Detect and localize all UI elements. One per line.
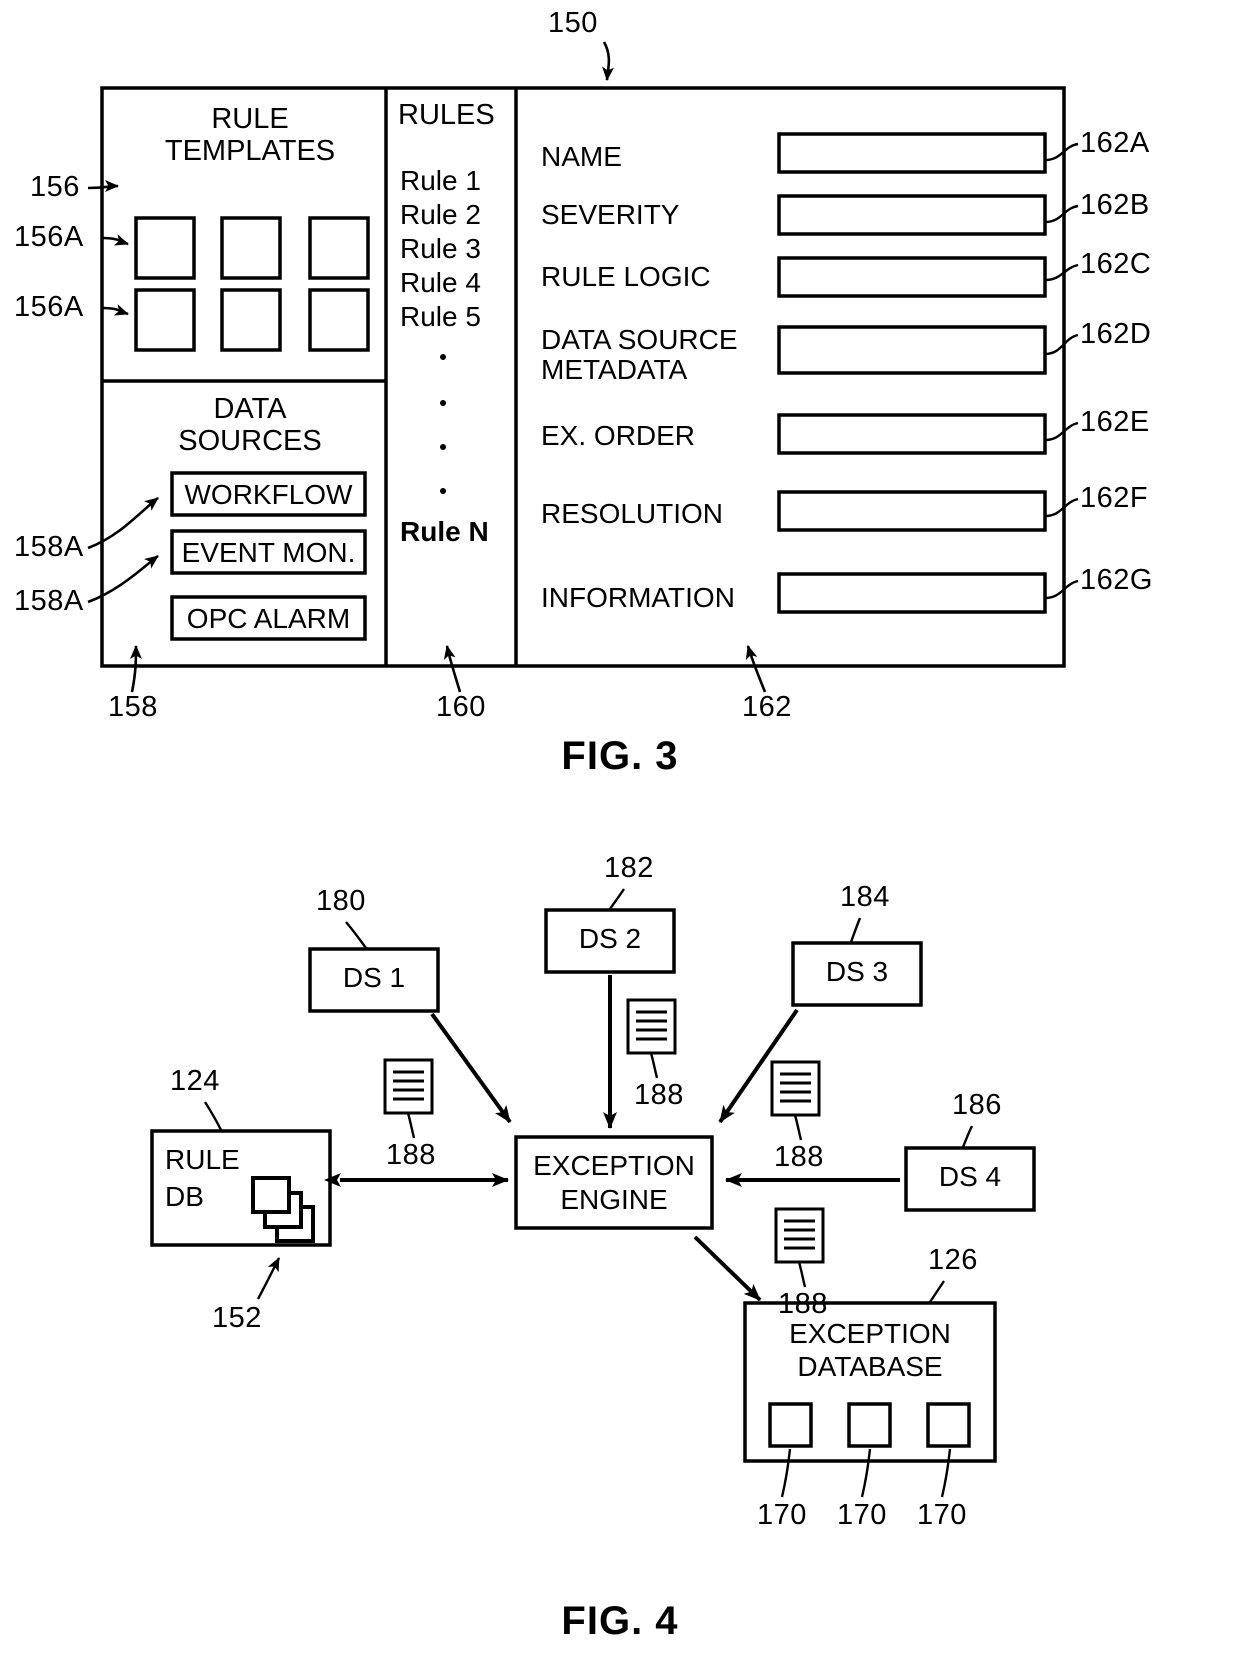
exception-database-label-line2: DATABASE: [797, 1351, 943, 1382]
rules-ellipsis-dot-2: [440, 400, 446, 406]
rules-ellipsis-dot-1: [440, 354, 446, 360]
rules-ellipsis-dot-3: [440, 444, 446, 450]
patent-drawing-sheet: 150 RULE TEMPLATES 156 156A 156A DATA SO…: [0, 0, 1240, 1667]
reference-numeral-150: 150: [548, 7, 598, 39]
field-label-resolution: RESOLUTION: [541, 498, 724, 529]
ds4-label: DS 4: [938, 1161, 1002, 1192]
exception-database-label-line1: EXCEPTION: [789, 1318, 951, 1349]
reference-numeral-188-2: 188: [634, 1079, 684, 1111]
data-source-workflow: WORKFLOW: [184, 479, 353, 510]
reference-numeral-156: 156: [30, 171, 80, 203]
data-source-event-mon: EVENT MON.: [181, 537, 356, 568]
exception-engine-label-line1: EXCEPTION: [533, 1150, 695, 1181]
figure-3-caption: FIG. 3: [561, 734, 679, 778]
reference-numeral-186: 186: [952, 1089, 1002, 1121]
rule-item-n: Rule N: [400, 516, 489, 547]
field-label-name: NAME: [541, 141, 622, 172]
reference-numeral-182: 182: [604, 852, 654, 884]
data-source-opc-alarm: OPC ALARM: [186, 603, 351, 634]
data-sources-title-line2: SOURCES: [178, 425, 322, 457]
field-label-information: INFORMATION: [541, 582, 735, 613]
rule-item-5: Rule 5: [400, 301, 481, 332]
reference-numeral-188-4: 188: [778, 1288, 828, 1320]
rule-item-1: Rule 1: [400, 165, 481, 196]
reference-numeral-162b: 162B: [1080, 189, 1150, 221]
reference-numeral-162a: 162A: [1080, 127, 1150, 159]
exception-engine-label-line2: ENGINE: [560, 1184, 668, 1215]
ds2-label: DS 2: [578, 923, 642, 954]
reference-numeral-184: 184: [840, 881, 890, 913]
figure-4-caption: FIG. 4: [561, 1599, 679, 1643]
reference-numeral-162g: 162G: [1080, 564, 1153, 596]
reference-numeral-152: 152: [212, 1302, 262, 1334]
field-label-rule-logic: RULE LOGIC: [541, 261, 711, 292]
reference-numeral-170-2: 170: [837, 1499, 887, 1531]
reference-numeral-170-1: 170: [757, 1499, 807, 1531]
data-sources-title-line1: DATA: [213, 393, 287, 425]
reference-numeral-180: 180: [316, 885, 366, 917]
reference-numeral-158a-1: 158A: [14, 531, 84, 563]
rule-templates-title-line1: RULE: [211, 103, 289, 135]
field-label-data-source-metadata: DATA SOURCE METADATA: [541, 324, 738, 386]
reference-numeral-162d: 162D: [1080, 318, 1152, 350]
figure-line-art: [87, 41, 1079, 1498]
rule-db-label-line1: RULE: [165, 1144, 240, 1175]
reference-numeral-162e: 162E: [1080, 406, 1150, 438]
reference-numeral-188-3: 188: [774, 1141, 824, 1173]
reference-numeral-188-1: 188: [386, 1139, 436, 1171]
rules-ellipsis-dot-4: [440, 488, 446, 494]
reference-numeral-160: 160: [436, 691, 486, 723]
ds3-label: DS 3: [825, 956, 889, 987]
reference-numeral-124: 124: [170, 1065, 220, 1097]
reference-numeral-158: 158: [108, 691, 158, 723]
reference-numeral-156a-1: 156A: [14, 221, 84, 253]
rule-item-4: Rule 4: [400, 267, 481, 298]
ds1-label: DS 1: [342, 962, 406, 993]
rule-db-label-line2: DB: [165, 1181, 204, 1212]
rule-templates-title-line2: TEMPLATES: [164, 135, 336, 167]
reference-numeral-162f: 162F: [1080, 482, 1149, 514]
rules-column-title: RULES: [398, 99, 495, 131]
reference-numeral-162c: 162C: [1080, 248, 1152, 280]
reference-numeral-126: 126: [928, 1244, 978, 1276]
reference-numeral-162: 162: [742, 691, 792, 723]
rule-item-2: Rule 2: [400, 199, 481, 230]
field-label-severity: SEVERITY: [541, 199, 680, 230]
field-label-ex-order: EX. ORDER: [541, 420, 696, 451]
reference-numeral-158a-2: 158A: [14, 585, 84, 617]
reference-numeral-170-3: 170: [917, 1499, 967, 1531]
rule-item-3: Rule 3: [400, 233, 481, 264]
reference-numeral-156a-2: 156A: [14, 291, 84, 323]
